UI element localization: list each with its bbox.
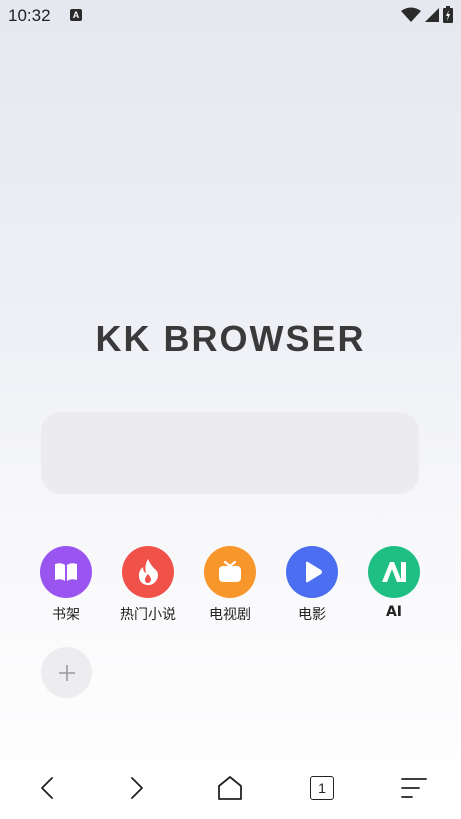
status-icons [401, 6, 453, 23]
status-bar: 10:32 A [0, 0, 461, 32]
chevron-left-icon [41, 777, 53, 799]
shortcut-tv-series[interactable]: 电视剧 [189, 546, 271, 624]
tab-count-box: 1 [310, 776, 334, 800]
brand-title: KK BROWSER [95, 318, 366, 359]
search-input[interactable] [41, 412, 419, 494]
flame-icon [122, 546, 174, 598]
tv-icon [204, 546, 256, 598]
battery-icon [443, 6, 453, 23]
play-icon [286, 546, 338, 598]
menu-button[interactable] [394, 770, 434, 806]
chevron-right-icon [131, 777, 143, 799]
home-icon [218, 776, 242, 800]
plus-icon [58, 664, 75, 681]
wifi-icon [401, 7, 421, 22]
shortcut-label: 热门小说 [120, 607, 176, 623]
shortcut-hot-novels[interactable]: 热门小说 [107, 546, 189, 624]
status-time: 10:32 [8, 6, 51, 25]
bottom-nav: 1 [0, 760, 461, 816]
tabs-button[interactable]: 1 [302, 770, 342, 806]
shortcut-label: AI [385, 604, 403, 620]
a-icon: A [70, 9, 82, 21]
add-shortcut-button[interactable] [41, 647, 92, 698]
shortcut-ai[interactable]: AI [353, 546, 435, 620]
forward-button[interactable] [117, 770, 157, 806]
shortcut-label: 书架 [52, 607, 80, 623]
ai-icon [368, 546, 420, 598]
signal-icon [425, 7, 439, 22]
tab-count: 1 [318, 780, 326, 796]
shortcut-label: 电影 [298, 607, 326, 623]
shortcut-movies[interactable]: 电影 [271, 546, 353, 624]
shortcut-label: 电视剧 [209, 607, 251, 623]
shortcut-grid: 书架 热门小说 电视剧 电影 AI [25, 546, 440, 626]
book-icon [40, 546, 92, 598]
back-button[interactable] [27, 770, 67, 806]
shortcut-bookshelf[interactable]: 书架 [25, 546, 107, 624]
home-button[interactable] [210, 770, 250, 806]
menu-icon [401, 778, 427, 798]
